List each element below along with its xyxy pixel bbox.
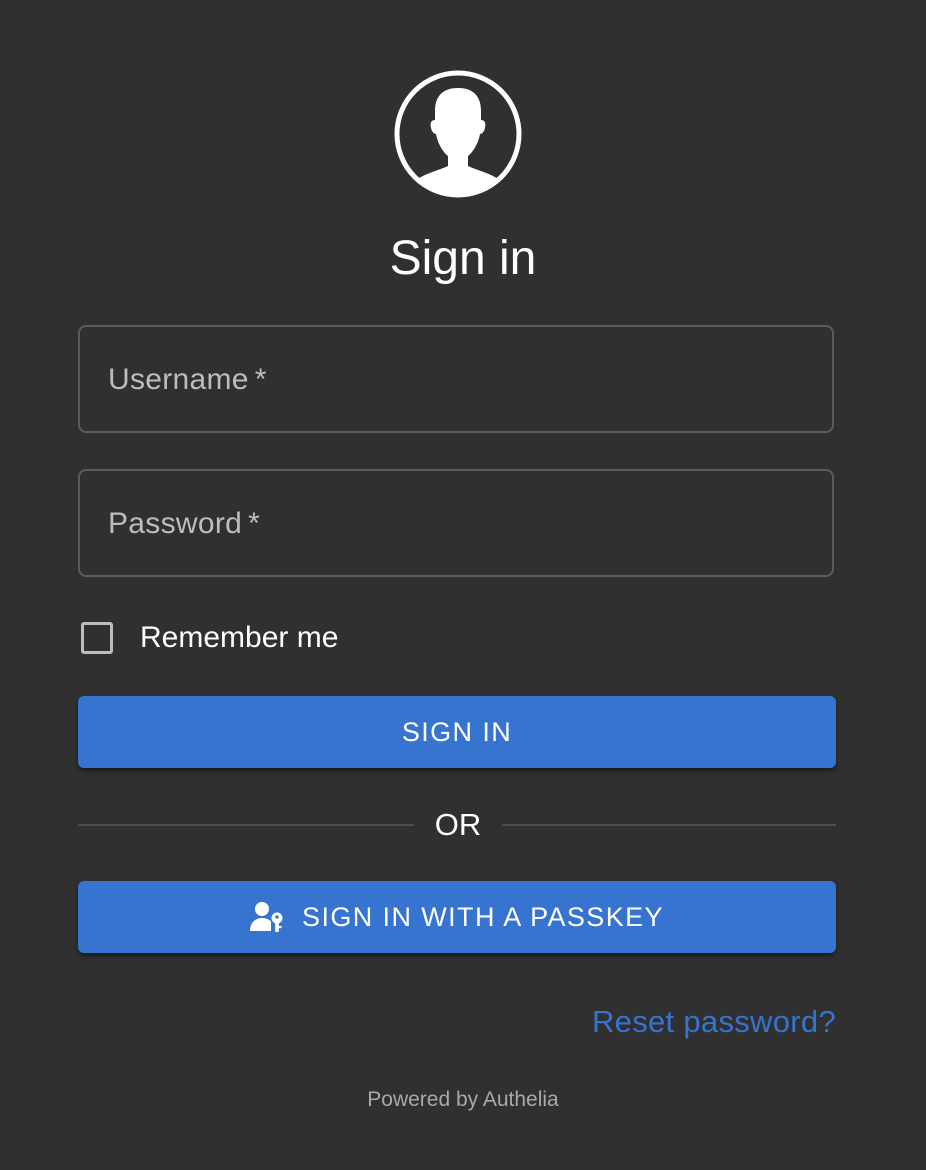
remember-me-row[interactable]: Remember me — [78, 616, 338, 660]
password-label: Password * — [108, 507, 261, 540]
divider-line-left — [78, 824, 414, 826]
powered-by-footer: Powered by Authelia — [367, 1088, 559, 1111]
username-field[interactable]: Username * — [78, 325, 834, 433]
username-label: Username * — [108, 363, 267, 396]
password-field[interactable]: Password * — [78, 469, 834, 577]
page-title: Sign in — [389, 232, 537, 285]
divider-line-right — [502, 824, 836, 826]
reset-password-link[interactable]: Reset password? — [592, 1002, 836, 1042]
user-avatar-icon — [394, 70, 522, 198]
sign-in-button-label: SIGN IN — [401, 716, 513, 747]
or-divider: OR — [78, 803, 836, 847]
passkey-button-label: SIGN IN WITH A PASSKEY — [302, 901, 664, 932]
divider-label: OR — [434, 807, 482, 842]
remember-me-label[interactable]: Remember me — [140, 618, 338, 658]
remember-me-checkbox[interactable] — [81, 622, 113, 654]
login-page: Sign in Username * Password * Remember me … — [0, 0, 926, 1170]
passkey-icon — [250, 901, 284, 933]
sign-in-button[interactable]: SIGN IN — [78, 696, 836, 768]
passkey-sign-in-button[interactable]: SIGN IN WITH A PASSKEY — [78, 881, 836, 953]
